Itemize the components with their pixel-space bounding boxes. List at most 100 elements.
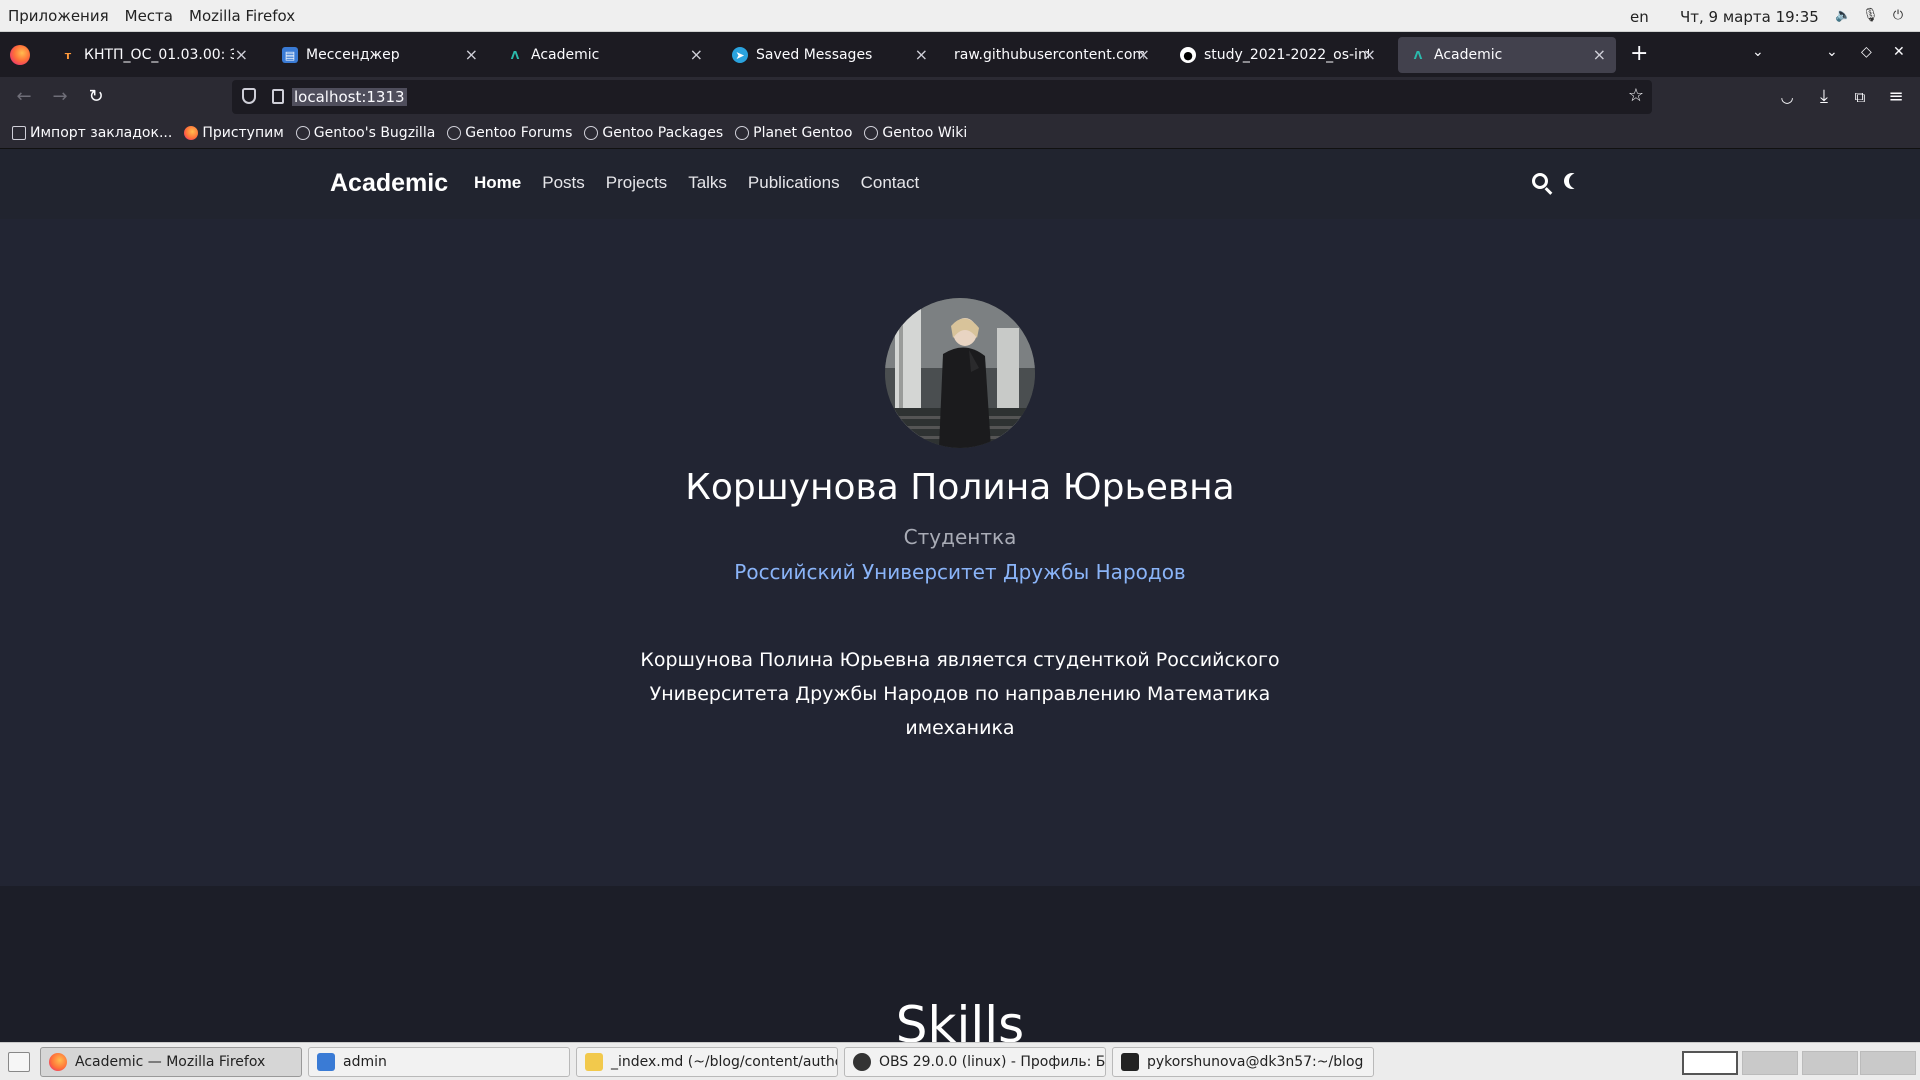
bookmark-item[interactable]: Gentoo Forums	[447, 125, 572, 141]
bookmark-label: Приступим	[202, 124, 284, 141]
bookmark-star-icon[interactable]: ☆	[1628, 85, 1644, 106]
search-icon[interactable]	[1532, 173, 1548, 189]
tab[interactable]: Λ Academic ×	[495, 37, 713, 73]
back-icon[interactable]: ←	[12, 85, 36, 109]
workspace-3[interactable]	[1802, 1051, 1858, 1075]
places-menu[interactable]: Места	[117, 7, 181, 25]
microphone-icon[interactable]: 🎙	[1862, 8, 1879, 24]
nav-projects[interactable]: Projects	[606, 173, 667, 193]
bookmark-item[interactable]: Planet Gentoo	[735, 125, 852, 141]
taskbar-item-label: _index.md (~/blog/content/author...	[611, 1054, 838, 1070]
bookmarks-toolbar: Импорт закладок... Приступим Gentoo's Bu…	[0, 117, 1920, 149]
site-brand[interactable]: Academic	[330, 169, 448, 198]
bookmark-label: Planet Gentoo	[753, 124, 853, 141]
hamburger-menu-icon[interactable]: ≡	[1884, 85, 1908, 109]
navigation-toolbar: ← → ↻ localhost:1313 ☆ ◡ ⤓ ⧉ ≡	[0, 77, 1920, 117]
tuis-icon: т	[64, 48, 72, 62]
moon-icon[interactable]	[1569, 173, 1585, 189]
terminal-icon	[1121, 1053, 1139, 1071]
close-icon[interactable]: ×	[235, 45, 248, 64]
close-icon[interactable]: ×	[915, 45, 928, 64]
nav-publications[interactable]: Publications	[748, 173, 840, 193]
bookmark-item[interactable]: Gentoo Packages	[584, 125, 723, 141]
show-desktop-button[interactable]	[8, 1052, 30, 1072]
site-header: Academic Home Posts Projects Talks Publi…	[0, 149, 1920, 219]
tab-title: Academic	[1434, 47, 1503, 63]
taskbar-item[interactable]: OBS 29.0.0 (linux) - Профиль: Без...	[844, 1047, 1106, 1077]
tab-active[interactable]: Λ Academic ×	[1398, 37, 1616, 73]
site-nav: Home Posts Projects Talks Publications C…	[474, 173, 940, 193]
close-icon[interactable]: ×	[1363, 45, 1376, 64]
nav-talks[interactable]: Talks	[688, 173, 727, 193]
workspace-4[interactable]	[1860, 1051, 1916, 1075]
skills-section: Skills	[0, 886, 1920, 1042]
web-page: Academic Home Posts Projects Talks Publi…	[0, 149, 1920, 1042]
taskbar-item[interactable]: _index.md (~/blog/content/author...	[576, 1047, 838, 1077]
skills-heading: Skills	[895, 996, 1025, 1042]
text-editor-icon	[585, 1053, 603, 1071]
page-info-icon[interactable]	[272, 89, 284, 104]
bookmark-label: Gentoo's Bugzilla	[313, 124, 436, 141]
avatar	[885, 298, 1035, 448]
tab[interactable]: ▤ Мессенджер ×	[270, 37, 488, 73]
close-icon[interactable]: ×	[690, 45, 703, 64]
tab[interactable]: ● study_2021-2022_os-intro/ ×	[1168, 37, 1386, 73]
nav-posts[interactable]: Posts	[542, 173, 585, 193]
close-icon[interactable]: ×	[1593, 45, 1606, 64]
bookmark-label: Gentoo Forums	[465, 124, 573, 141]
volume-icon[interactable]: 🔈	[1835, 8, 1851, 24]
bookmark-item[interactable]: Приступим	[184, 124, 284, 141]
bookmark-label: Gentoo Packages	[602, 124, 724, 141]
diamond-icon[interactable]: ◇	[1861, 44, 1872, 60]
profile-organization-link[interactable]: Российский Университет Дружбы Народов	[0, 560, 1920, 584]
bookmark-item[interactable]: Gentoo's Bugzilla	[295, 124, 436, 141]
bookmark-label: Импорт закладок...	[30, 124, 173, 141]
close-icon[interactable]: ×	[465, 45, 478, 64]
keyboard-layout-indicator[interactable]: en	[1630, 8, 1649, 26]
forward-icon[interactable]: →	[48, 85, 72, 109]
taskbar-item[interactable]: Academic — Mozilla Firefox	[40, 1047, 302, 1077]
globe-icon	[295, 125, 310, 140]
tab[interactable]: raw.githubusercontent.com/ac ×	[942, 37, 1160, 73]
tab[interactable]: т КНТП_ОС_01.03.00: Этапы ×	[48, 37, 258, 73]
workspace-2[interactable]	[1742, 1051, 1798, 1075]
bookmark-item[interactable]: Gentoo Wiki	[864, 125, 967, 141]
workspace-1[interactable]	[1682, 1051, 1738, 1075]
chevron-down-icon[interactable]: ⌄	[1826, 44, 1838, 60]
taskbar-item-label: OBS 29.0.0 (linux) - Профиль: Без...	[879, 1054, 1106, 1070]
address-bar[interactable]: localhost:1313 ☆	[232, 80, 1652, 114]
new-tab-button[interactable]: +	[1630, 41, 1648, 66]
nav-contact[interactable]: Contact	[861, 173, 920, 193]
tab-title: КНТП_ОС_01.03.00: Этапы	[84, 47, 234, 63]
downloads-icon[interactable]: ⤓	[1812, 85, 1836, 109]
bookmark-item[interactable]: Импорт закладок...	[12, 125, 172, 141]
tracking-protection-icon[interactable]	[242, 88, 256, 104]
firefox-icon[interactable]	[10, 45, 30, 65]
clock[interactable]: Чт, 9 марта 19:35	[1680, 8, 1819, 26]
close-window-icon[interactable]: ✕	[1893, 44, 1905, 60]
github-icon: ●	[1180, 47, 1196, 63]
import-icon	[12, 125, 26, 140]
profile-bio: Коршунова Полина Юрьевна является студен…	[640, 649, 1280, 739]
taskbar-item-label: pykorshunova@dk3n57:~/blog	[1147, 1054, 1364, 1070]
messenger-icon: ▤	[282, 47, 298, 63]
taskbar-item[interactable]: pykorshunova@dk3n57:~/blog	[1112, 1047, 1374, 1077]
active-app-menu[interactable]: Mozilla Firefox	[181, 7, 303, 25]
tab-strip: т КНТП_ОС_01.03.00: Этапы × ▤ Мессенджер…	[0, 33, 1920, 77]
tab[interactable]: ➤ Saved Messages ×	[720, 37, 938, 73]
url-text[interactable]: localhost:1313	[292, 88, 407, 106]
globe-icon	[584, 125, 599, 140]
pocket-icon[interactable]: ◡	[1775, 85, 1799, 109]
power-icon[interactable]: ⏻	[1890, 8, 1906, 24]
tab-title: Saved Messages	[756, 47, 873, 63]
obs-icon	[853, 1053, 871, 1071]
firefox-icon	[49, 1053, 67, 1071]
nav-home[interactable]: Home	[474, 173, 521, 193]
extensions-icon[interactable]: ⧉	[1848, 85, 1872, 109]
applications-menu[interactable]: Приложения	[0, 7, 117, 25]
close-icon[interactable]: ×	[1137, 45, 1150, 64]
taskbar: Academic — Mozilla Firefox admin _index.…	[0, 1042, 1920, 1080]
taskbar-item[interactable]: admin	[308, 1047, 570, 1077]
reload-icon[interactable]: ↻	[84, 85, 108, 109]
list-all-tabs-icon[interactable]: ⌄	[1752, 44, 1764, 60]
